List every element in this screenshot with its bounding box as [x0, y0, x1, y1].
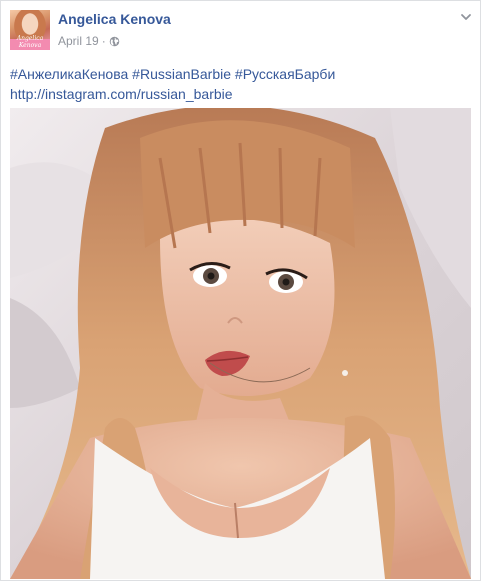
post-photo[interactable] [10, 108, 471, 579]
link-line: http://instagram.com/russian_barbie [10, 84, 470, 104]
external-link[interactable]: http://instagram.com/russian_barbie [10, 86, 233, 102]
author-name[interactable]: Angelica Kenova [58, 11, 171, 27]
chevron-down-icon[interactable] [459, 10, 473, 24]
post-card: Angelica Kenova Angelica Kenova April 19… [0, 0, 481, 581]
post-date[interactable]: April 19 [58, 34, 99, 48]
hashtag-link[interactable]: #RussianBarbie [132, 66, 231, 82]
hashtag-line: #АнжеликаКенова #RussianBarbie #РусскаяБ… [10, 64, 470, 84]
hashtag-link[interactable]: #РусскаяБарби [235, 66, 335, 82]
avatar[interactable]: Angelica Kenova [10, 10, 50, 50]
avatar-signature: Angelica Kenova [16, 35, 44, 49]
photo-illustration [10, 108, 471, 579]
hashtag-link[interactable]: #АнжеликаКенова [10, 66, 128, 82]
post-caption: #АнжеликаКенова #RussianBarbie #РусскаяБ… [10, 64, 470, 104]
globe-icon[interactable] [109, 36, 120, 47]
meta-separator: · [101, 34, 106, 48]
post-meta: April 19 · [58, 34, 120, 48]
